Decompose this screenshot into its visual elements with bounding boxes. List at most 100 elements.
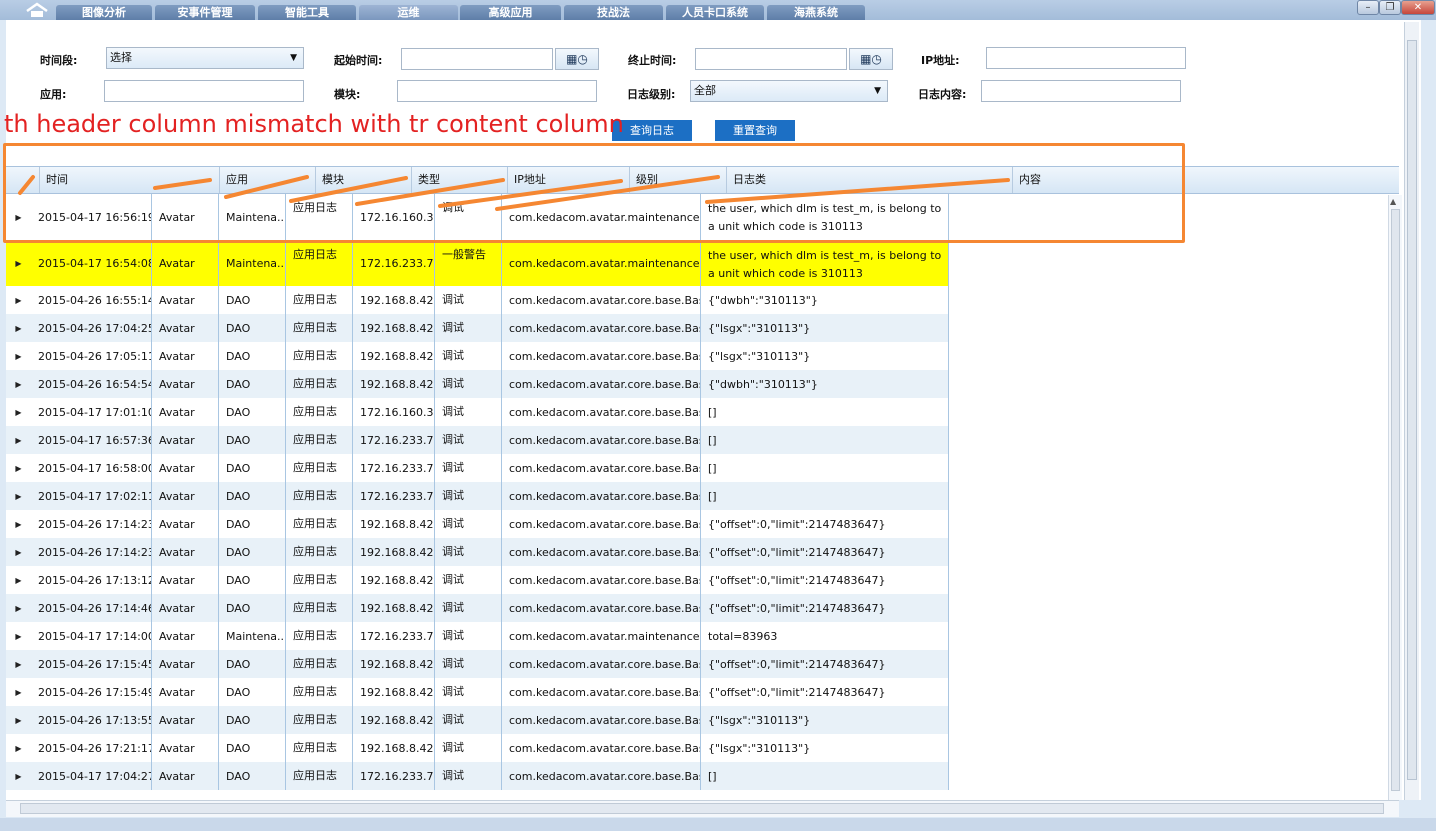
column-header[interactable]: 类型: [411, 167, 507, 193]
end-time-field[interactable]: [695, 48, 847, 70]
row-expander-icon[interactable]: ▶: [6, 594, 31, 622]
row-expander-icon[interactable]: ▶: [6, 622, 31, 650]
table-row[interactable]: ▶ 2015-04-17 16:56:19 Avatar Maintena... 应用日…: [6, 194, 949, 241]
table-cell: com.kedacom.avatar.core.base.Bas...: [502, 538, 701, 566]
page-scroll-thumb[interactable]: [1407, 40, 1417, 780]
calendar-icon: ▦: [860, 52, 872, 66]
log-content-field[interactable]: [981, 80, 1181, 102]
table-row[interactable]: ▶ 2015-04-17 16:57:36 Avatar DAO 应用日志 172.16.…: [6, 426, 949, 454]
table-cell: com.kedacom.avatar.core.base.Bas...: [502, 482, 701, 510]
table-row[interactable]: ▶ 2015-04-26 17:05:11 Avatar DAO 应用日志 192.168…: [6, 342, 949, 370]
column-header[interactable]: IP地址: [507, 167, 629, 193]
table-row[interactable]: ▶ 2015-04-26 17:21:17 Avatar DAO 应用日志 192.168…: [6, 734, 949, 762]
column-header[interactable]: 内容: [1012, 167, 1372, 193]
table-row[interactable]: ▶ 2015-04-26 17:13:55 Avatar DAO 应用日志 192.168…: [6, 706, 949, 734]
nav-tab[interactable]: 海燕系统: [767, 5, 865, 20]
status-bar: [0, 818, 1436, 831]
row-expander-icon[interactable]: ▶: [6, 286, 31, 314]
app-field[interactable]: [104, 80, 304, 102]
table-row[interactable]: ▶ 2015-04-17 17:14:00 Avatar Maintena... 应用日…: [6, 622, 949, 650]
table-row[interactable]: ▶ 2015-04-26 17:15:45 Avatar DAO 应用日志 192.168…: [6, 650, 949, 678]
table-cell: 应用日志: [286, 286, 353, 314]
nav-tab[interactable]: 运维: [359, 5, 458, 20]
nav-tab[interactable]: 技战法: [564, 5, 663, 20]
module-field[interactable]: [397, 80, 597, 102]
nav-tab[interactable]: 人员卡口系统: [666, 5, 764, 20]
page-vertical-scrollbar[interactable]: [1404, 22, 1419, 800]
row-expander-icon[interactable]: ▶: [6, 762, 31, 790]
start-time-field[interactable]: [401, 48, 553, 70]
table-cell: Maintena...: [219, 241, 286, 286]
period-select[interactable]: 选择 ▼: [106, 47, 304, 69]
row-expander-icon[interactable]: ▶: [6, 538, 31, 566]
nav-tab[interactable]: 安事件管理: [155, 5, 255, 20]
nav-tab[interactable]: 智能工具: [258, 5, 356, 20]
ip-field[interactable]: [986, 47, 1186, 69]
table-row[interactable]: ▶ 2015-04-26 16:54:54 Avatar DAO 应用日志 192.168…: [6, 370, 949, 398]
end-time-picker[interactable]: ▦◷: [849, 48, 893, 70]
column-header[interactable]: 应用: [219, 167, 315, 193]
row-expander-icon[interactable]: ▶: [6, 650, 31, 678]
table-cell: 应用日志: [286, 538, 353, 566]
table-cell: 2015-04-17 16:58:00: [31, 454, 152, 482]
restore-button[interactable]: ❐: [1379, 0, 1401, 15]
row-expander-icon[interactable]: ▶: [6, 398, 31, 426]
table-cell: Avatar: [152, 622, 219, 650]
column-header[interactable]: 日志类: [726, 167, 1012, 193]
close-button[interactable]: ✕: [1401, 0, 1435, 15]
row-expander-icon[interactable]: ▶: [6, 342, 31, 370]
row-expander-icon[interactable]: ▶: [6, 566, 31, 594]
row-expander-icon[interactable]: ▶: [6, 370, 31, 398]
row-expander-icon[interactable]: ▶: [6, 734, 31, 762]
table-cell: com.kedacom.avatar.core.base.Bas...: [502, 454, 701, 482]
table-cell: DAO: [219, 454, 286, 482]
table-row[interactable]: ▶ 2015-04-26 17:14:46 Avatar DAO 应用日志 192.168…: [6, 594, 949, 622]
row-expander-icon[interactable]: ▶: [6, 194, 31, 241]
reset-query-button[interactable]: 重置查询: [715, 120, 795, 141]
query-log-button[interactable]: 查询日志: [612, 120, 692, 141]
table-row[interactable]: ▶ 2015-04-17 16:58:00 Avatar DAO 应用日志 172.16.…: [6, 454, 949, 482]
table-cell: Avatar: [152, 342, 219, 370]
minimize-button[interactable]: –: [1357, 0, 1379, 15]
table-cell: DAO: [219, 342, 286, 370]
table-cell: Avatar: [152, 426, 219, 454]
nav-tab[interactable]: 图像分析: [56, 5, 152, 20]
column-header[interactable]: 级别: [629, 167, 726, 193]
table-row[interactable]: ▶ 2015-04-17 17:02:11 Avatar DAO 应用日志 172.16.…: [6, 482, 949, 510]
grid-horizontal-scrollbar[interactable]: [6, 800, 1399, 817]
scroll-up-icon[interactable]: ▲: [1390, 197, 1396, 206]
log-level-select[interactable]: 全部 ▼: [690, 80, 888, 102]
row-expander-icon[interactable]: ▶: [6, 510, 31, 538]
table-cell: Avatar: [152, 454, 219, 482]
row-expander-icon[interactable]: ▶: [6, 706, 31, 734]
start-time-picker[interactable]: ▦◷: [555, 48, 599, 70]
horizontal-scroll-thumb[interactable]: [20, 803, 1384, 814]
column-header[interactable]: 模块: [315, 167, 411, 193]
table-cell: 172.16.233.72: [353, 426, 435, 454]
table-row[interactable]: ▶ 2015-04-26 17:14:23 Avatar DAO 应用日志 192.168…: [6, 510, 949, 538]
table-row[interactable]: ▶ 2015-04-26 17:15:49 Avatar DAO 应用日志 192.168…: [6, 678, 949, 706]
table-row[interactable]: ▶ 2015-04-17 17:01:10 Avatar DAO 应用日志 172.16.…: [6, 398, 949, 426]
table-row[interactable]: ▶ 2015-04-26 17:04:25 Avatar DAO 应用日志 192.168…: [6, 314, 949, 342]
row-expander-icon[interactable]: ▶: [6, 426, 31, 454]
column-header[interactable]: 时间: [39, 167, 219, 193]
row-expander-icon[interactable]: ▶: [6, 678, 31, 706]
home-icon[interactable]: [24, 2, 50, 18]
grid-scroll-thumb[interactable]: [1391, 209, 1400, 791]
title-bar: 图像分析 安事件管理 智能工具 运维 高级应用 技战法 人员卡口系统 海燕系统 – ❐ ✕: [0, 0, 1436, 20]
table-row[interactable]: ▶ 2015-04-17 16:54:08 Avatar Maintena... 应用日…: [6, 241, 949, 286]
table-row[interactable]: ▶ 2015-04-17 17:04:27 Avatar DAO 应用日志 172.16.…: [6, 762, 949, 790]
grid-vertical-scrollbar[interactable]: ▲: [1388, 195, 1402, 800]
row-expander-icon[interactable]: ▶: [6, 454, 31, 482]
table-row[interactable]: ▶ 2015-04-26 16:55:14 Avatar DAO 应用日志 192.168…: [6, 286, 949, 314]
row-expander-icon[interactable]: ▶: [6, 241, 31, 286]
row-expander-icon[interactable]: ▶: [6, 482, 31, 510]
table-cell: DAO: [219, 650, 286, 678]
row-expander-icon[interactable]: ▶: [6, 314, 31, 342]
table-row[interactable]: ▶ 2015-04-26 17:14:23 Avatar DAO 应用日志 192.168…: [6, 538, 949, 566]
table-cell: Maintena...: [219, 622, 286, 650]
table-row[interactable]: ▶ 2015-04-26 17:13:12 Avatar DAO 应用日志 192.168…: [6, 566, 949, 594]
table-cell: 调试: [435, 734, 502, 762]
nav-tab[interactable]: 高级应用: [460, 5, 561, 20]
table-cell: DAO: [219, 510, 286, 538]
